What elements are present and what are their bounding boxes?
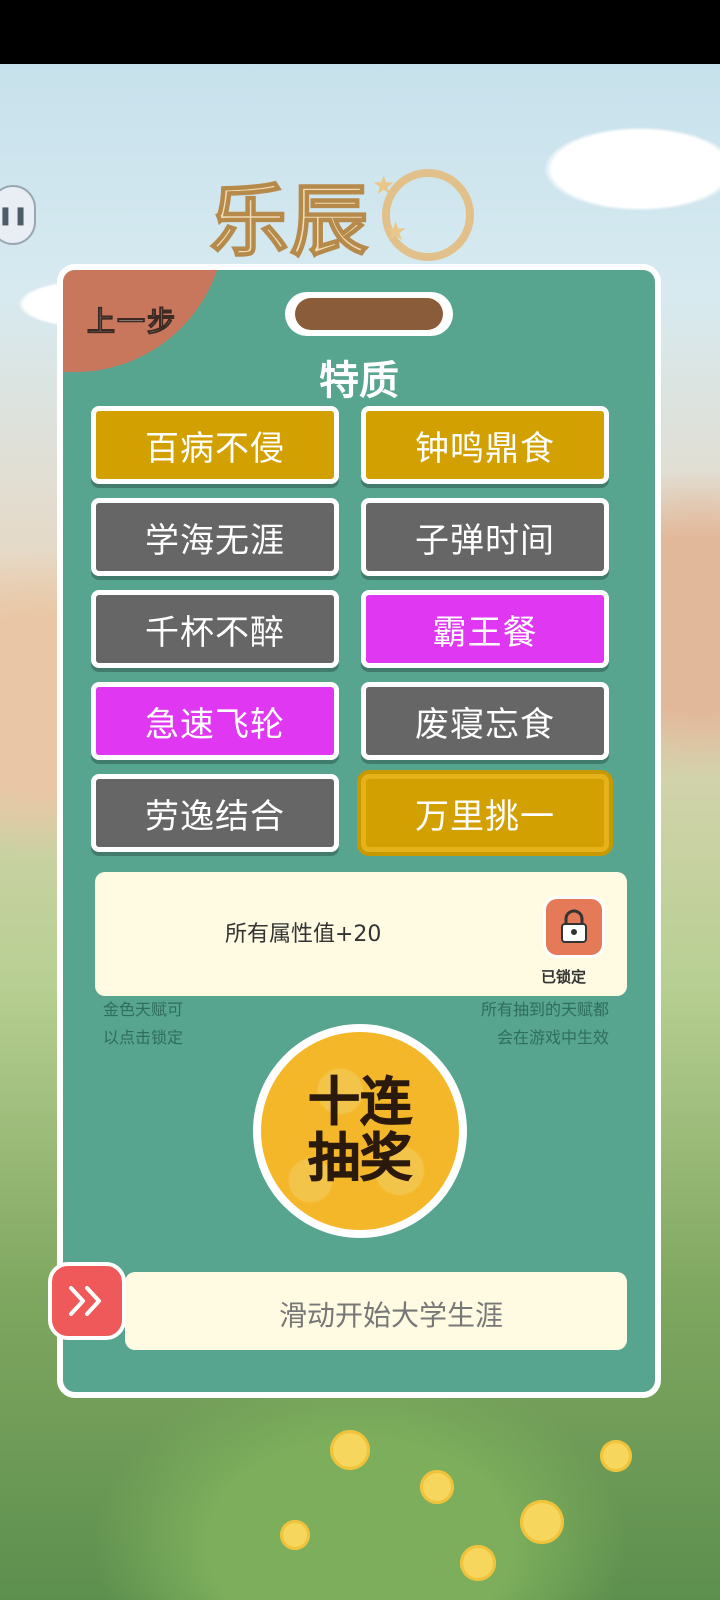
trait-card[interactable]: 百病不侵 [91, 406, 339, 484]
trait-label: 学海无涯 [145, 520, 285, 561]
trait-description: 所有属性值+20 [225, 922, 382, 947]
pause-button[interactable]: ❚❚ [0, 185, 36, 245]
trait-card[interactable]: 钟鸣鼎食 [361, 406, 609, 484]
flower-decoration [420, 1470, 454, 1504]
game-logo: 乐辰 ★ ★ [209, 160, 550, 270]
hint-line: 所有抽到的天赋都 [480, 1000, 609, 1019]
hint-line: 会在游戏中生效 [496, 1028, 609, 1047]
star-icon: ★ [384, 217, 408, 247]
trait-label: 急速飞轮 [145, 704, 285, 745]
ten-draw-button-face: 十连抽奖 [261, 1032, 459, 1230]
hint-lock-gold: 金色天赋可 以点击锁定 [103, 996, 183, 1052]
lock-status-label: 已锁定 [541, 968, 587, 986]
trait-label: 千杯不醉 [145, 612, 285, 653]
logo-text: 乐辰 [209, 175, 371, 268]
trait-label: 霸王餐 [432, 612, 538, 653]
trait-card[interactable]: 霸王餐 [361, 590, 609, 668]
hint-line: 金色天赋可 [103, 1000, 184, 1019]
lock-button[interactable] [543, 896, 605, 958]
status-bar [0, 0, 720, 64]
section-title: 特质 [319, 358, 399, 404]
trait-label: 钟鸣鼎食 [415, 428, 555, 469]
double-chevron-right-icon [69, 1286, 101, 1316]
ten-draw-button[interactable]: 十连抽奖 [253, 1024, 467, 1238]
panel-handle [285, 292, 453, 336]
trait-card[interactable]: 学海无涯 [91, 498, 339, 576]
star-icon: ★ [372, 171, 396, 201]
start-slider-track[interactable]: 滑动开始大学生涯 [125, 1272, 627, 1350]
flower-decoration [330, 1430, 370, 1470]
trait-card[interactable]: 子弹时间 [361, 498, 609, 576]
flower-decoration [600, 1440, 632, 1472]
flower-decoration [520, 1500, 564, 1544]
trait-card[interactable]: 千杯不醉 [91, 590, 339, 668]
trait-card[interactable]: 劳逸结合 [91, 774, 339, 852]
trait-label: 劳逸结合 [145, 796, 285, 837]
trait-label: 万里挑一 [415, 796, 555, 837]
start-slider-label: 滑动开始大学生涯 [278, 1299, 503, 1332]
panel-handle-bar [295, 298, 443, 330]
trait-label: 废寝忘食 [415, 704, 555, 745]
trait-card-selected[interactable]: 万里挑一 [361, 774, 609, 852]
flower-decoration [460, 1545, 496, 1581]
trait-card[interactable]: 急速飞轮 [91, 682, 339, 760]
trait-description-box: 所有属性值+20 已锁定 [95, 872, 627, 996]
start-slider-knob[interactable] [48, 1262, 126, 1340]
hint-line: 以点击锁定 [103, 1028, 184, 1047]
flower-decoration [280, 1520, 310, 1550]
hint-traits-effect: 所有抽到的天赋都 会在游戏中生效 [457, 996, 609, 1052]
back-label: 上一步 [86, 305, 178, 339]
pause-icon: ❚❚ [0, 204, 29, 226]
moon-ring-icon: ★ ★ [372, 169, 475, 261]
ten-draw-label: 十连抽奖 [307, 1073, 412, 1189]
trait-label: 百病不侵 [145, 428, 285, 469]
trait-card[interactable]: 废寝忘食 [361, 682, 609, 760]
lock-icon [561, 909, 587, 943]
talent-panel: 上一步 特质 百病不侵 钟鸣鼎食 学海无涯 子弹时间 千杯不醉 霸王餐 急速飞轮… [57, 264, 661, 1398]
trait-label: 子弹时间 [415, 520, 555, 561]
